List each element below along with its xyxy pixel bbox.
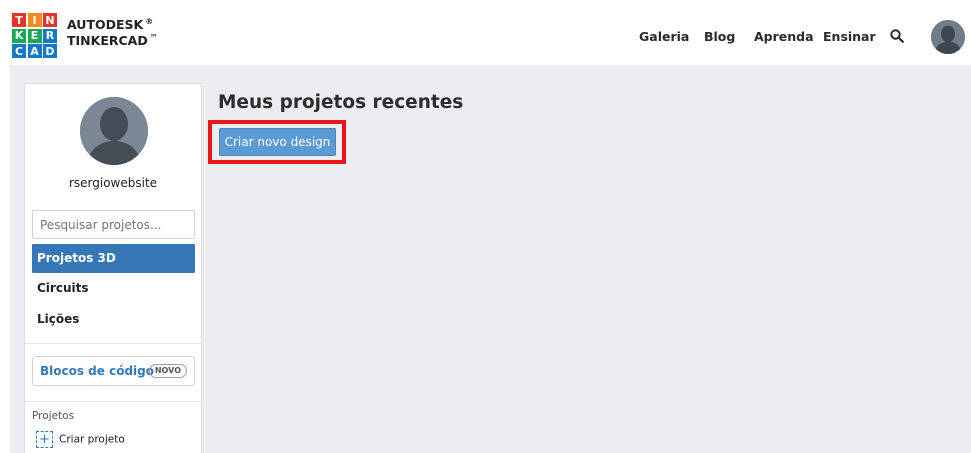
user-silhouette-icon <box>931 20 965 54</box>
username: rsergiowebsite <box>68 176 158 190</box>
projects-heading: Projetos <box>32 410 75 422</box>
create-project-button[interactable]: + Criar projeto <box>36 431 125 448</box>
nav-blog[interactable]: Blog <box>704 29 735 44</box>
main-nav: Galeria Blog Aprenda Ensinar <box>10 10 971 65</box>
code-blocks-label: Blocos de código <box>40 364 154 378</box>
nav-ensinar[interactable]: Ensinar <box>823 29 876 44</box>
search-icon[interactable] <box>890 29 904 43</box>
user-avatar[interactable] <box>931 20 965 54</box>
user-silhouette-icon <box>80 97 148 165</box>
plus-icon: + <box>36 431 53 448</box>
page-title: Meus projetos recentes <box>218 92 464 113</box>
new-badge: NOVO <box>148 364 187 378</box>
dashboard: rsergiowebsite Projetos 3D Circuits Liçõ… <box>10 65 971 453</box>
sidebar-item-licoes[interactable]: Lições <box>32 305 195 334</box>
nav-galeria[interactable]: Galeria <box>639 29 689 44</box>
create-new-design-button[interactable]: Criar novo design <box>219 128 336 156</box>
sidebar-item-circuits[interactable]: Circuits <box>32 274 195 303</box>
search-projects-input[interactable] <box>32 210 195 239</box>
code-blocks-button[interactable]: Blocos de código NOVO <box>32 356 195 386</box>
sidebar: rsergiowebsite Projetos 3D Circuits Liçõ… <box>24 83 202 453</box>
top-bar: T I N K E R C A D AUTODESK ® TINKERCAD ™ G… <box>10 10 971 65</box>
divider <box>25 401 201 402</box>
divider <box>25 343 201 344</box>
create-project-label: Criar projeto <box>59 433 125 446</box>
nav-aprenda[interactable]: Aprenda <box>754 29 814 44</box>
profile-avatar[interactable] <box>80 97 148 165</box>
sidebar-item-projetos-3d[interactable]: Projetos 3D <box>32 244 195 273</box>
